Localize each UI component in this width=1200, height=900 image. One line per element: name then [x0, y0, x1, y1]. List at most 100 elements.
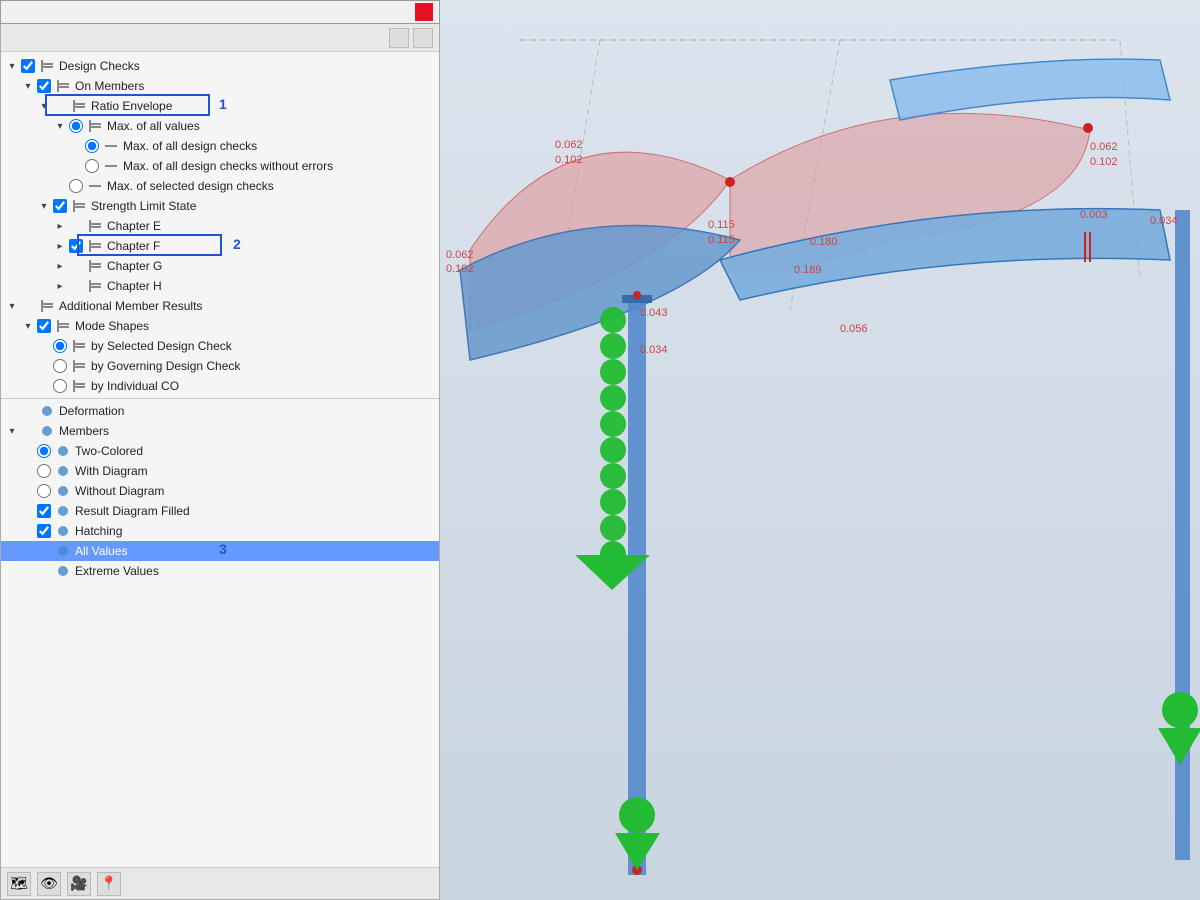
svg-text:0.102: 0.102	[555, 154, 583, 166]
radio-with-diagram[interactable]	[37, 464, 51, 478]
expand-btn-ratio-envelope[interactable]: ▾	[37, 99, 51, 113]
tree-item-chapter-g[interactable]: ▸Chapter G	[1, 256, 439, 276]
tree-item-chapter-e[interactable]: ▸Chapter E	[1, 216, 439, 236]
color-val-icon	[55, 543, 71, 559]
tree-item-extreme-values[interactable]: Extreme Values	[1, 561, 439, 581]
member-icon	[71, 98, 87, 114]
tree-item-by-individual-co[interactable]: by Individual CO	[1, 376, 439, 396]
radio-by-individual-co[interactable]	[53, 379, 67, 393]
label-mode-shapes: Mode Shapes	[73, 319, 151, 333]
expand-btn-on-members[interactable]: ▾	[21, 79, 35, 93]
pin-button[interactable]: 📍	[97, 872, 121, 896]
separator	[1, 398, 439, 399]
radio-by-selected-design-check[interactable]	[53, 339, 67, 353]
svg-text:0.115: 0.115	[708, 219, 735, 231]
eye-button[interactable]: 👁	[37, 872, 61, 896]
checkbox-design-checks[interactable]	[21, 59, 35, 73]
radio-by-governing-design-check[interactable]	[53, 359, 67, 373]
expand-btn-chapter-h[interactable]: ▸	[53, 279, 67, 293]
label-chapter-f: Chapter F	[105, 239, 162, 253]
toolbar-next-btn[interactable]	[413, 28, 433, 48]
member-icon	[71, 378, 87, 394]
expand-btn-max-all-values[interactable]: ▾	[53, 119, 67, 133]
tree-item-chapter-f[interactable]: ▸ Chapter F	[1, 236, 439, 256]
tree-item-mode-shapes[interactable]: ▾ Mode Shapes	[1, 316, 439, 336]
svg-text:0.062: 0.062	[446, 249, 474, 261]
tree-item-design-checks[interactable]: ▾Design Checks	[1, 56, 439, 76]
radio-two-colored[interactable]	[37, 444, 51, 458]
tree-item-members[interactable]: ▾ Members	[1, 421, 439, 441]
title-bar	[0, 0, 440, 24]
radio-max-all-values[interactable]	[69, 119, 83, 133]
tree-item-by-selected-design-check[interactable]: by Selected Design Check	[1, 336, 439, 356]
color-deform-icon	[39, 403, 55, 419]
checkbox-hatching[interactable]	[37, 524, 51, 538]
toolbar-prev-btn[interactable]	[389, 28, 409, 48]
tree-item-result-diagram-filled[interactable]: Result Diagram Filled	[1, 501, 439, 521]
panel-toolbar	[1, 24, 439, 52]
tree-item-strength-limit[interactable]: ▾ Strength Limit State	[1, 196, 439, 216]
expand-btn-chapter-e[interactable]: ▸	[53, 219, 67, 233]
tree-item-max-all-values[interactable]: ▾Max. of all values	[1, 116, 439, 136]
label-without-diagram: Without Diagram	[73, 484, 166, 498]
member-icon	[87, 278, 103, 294]
label-additional-member: Additional Member Results	[57, 299, 204, 313]
close-button[interactable]	[415, 3, 433, 21]
tree-item-two-colored[interactable]: Two-Colored	[1, 441, 439, 461]
label-all-values: All Values	[73, 544, 129, 558]
checkbox-chapter-f[interactable]	[69, 239, 83, 253]
svg-text:0.043: 0.043	[640, 307, 668, 319]
viewport: 0.062 0.102 0.115 0.115 0.180 0.189 0.06…	[440, 0, 1200, 900]
tree-item-deformation[interactable]: Deformation	[1, 401, 439, 421]
map-button[interactable]: 🗺	[7, 872, 31, 896]
svg-text:0.102: 0.102	[446, 263, 474, 275]
camera-button[interactable]: 🎥	[67, 872, 91, 896]
checkbox-strength-limit[interactable]	[53, 199, 67, 213]
member-icon	[39, 58, 55, 74]
radio-max-design-checks[interactable]	[85, 139, 99, 153]
member-icon	[71, 198, 87, 214]
radio-max-design-checks-no-errors[interactable]	[85, 159, 99, 173]
checkbox-result-diagram-filled[interactable]	[37, 504, 51, 518]
label-max-selected-design-checks: Max. of selected design checks	[105, 179, 276, 193]
label-on-members: On Members	[73, 79, 146, 93]
tree-item-additional-member[interactable]: ▾ Additional Member Results	[1, 296, 439, 316]
tree-item-max-design-checks-no-errors[interactable]: Max. of all design checks without errors	[1, 156, 439, 176]
tree-item-max-design-checks[interactable]: Max. of all design checks	[1, 136, 439, 156]
radio-max-selected-design-checks[interactable]	[69, 179, 83, 193]
expand-btn-chapter-f[interactable]: ▸	[53, 239, 67, 253]
radio-without-diagram[interactable]	[37, 484, 51, 498]
checkbox-mode-shapes[interactable]	[37, 319, 51, 333]
tree-item-max-selected-design-checks[interactable]: Max. of selected design checks	[1, 176, 439, 196]
annotation-num-1: 1	[219, 96, 227, 112]
tree-item-without-diagram[interactable]: Without Diagram	[1, 481, 439, 501]
viewport-svg: 0.062 0.102 0.115 0.115 0.180 0.189 0.06…	[440, 0, 1200, 900]
tree-item-hatching[interactable]: Hatching	[1, 521, 439, 541]
svg-text:0.115: 0.115	[708, 234, 735, 246]
label-members: Members	[57, 424, 111, 438]
tree-area: ▾Design Checks▾On Members▾Ratio Envelope…	[1, 52, 439, 867]
line-icon	[103, 138, 119, 154]
expand-btn-chapter-g[interactable]: ▸	[53, 259, 67, 273]
svg-text:0.102: 0.102	[1090, 156, 1118, 168]
checkbox-on-members[interactable]	[37, 79, 51, 93]
svg-text:0.034: 0.034	[640, 344, 668, 356]
label-hatching: Hatching	[73, 524, 124, 538]
label-max-design-checks: Max. of all design checks	[121, 139, 259, 153]
label-two-colored: Two-Colored	[73, 444, 145, 458]
expand-btn-strength-limit[interactable]: ▾	[37, 199, 51, 213]
tree-item-chapter-h[interactable]: ▸Chapter H	[1, 276, 439, 296]
label-strength-limit: Strength Limit State	[89, 199, 198, 213]
svg-text:0.062: 0.062	[1090, 141, 1118, 153]
member-icon	[87, 218, 103, 234]
member-icon	[87, 258, 103, 274]
expand-btn-design-checks[interactable]: ▾	[5, 59, 19, 73]
label-extreme-values: Extreme Values	[73, 564, 161, 578]
tree-item-on-members[interactable]: ▾ On Members	[1, 76, 439, 96]
expand-btn-mode-shapes[interactable]: ▾	[21, 319, 35, 333]
expand-btn-additional-member[interactable]: ▾	[5, 299, 19, 313]
expand-btn-members[interactable]: ▾	[5, 424, 19, 438]
svg-text:0.003: 0.003	[1080, 209, 1108, 221]
tree-item-by-governing-design-check[interactable]: by Governing Design Check	[1, 356, 439, 376]
tree-item-with-diagram[interactable]: With Diagram	[1, 461, 439, 481]
